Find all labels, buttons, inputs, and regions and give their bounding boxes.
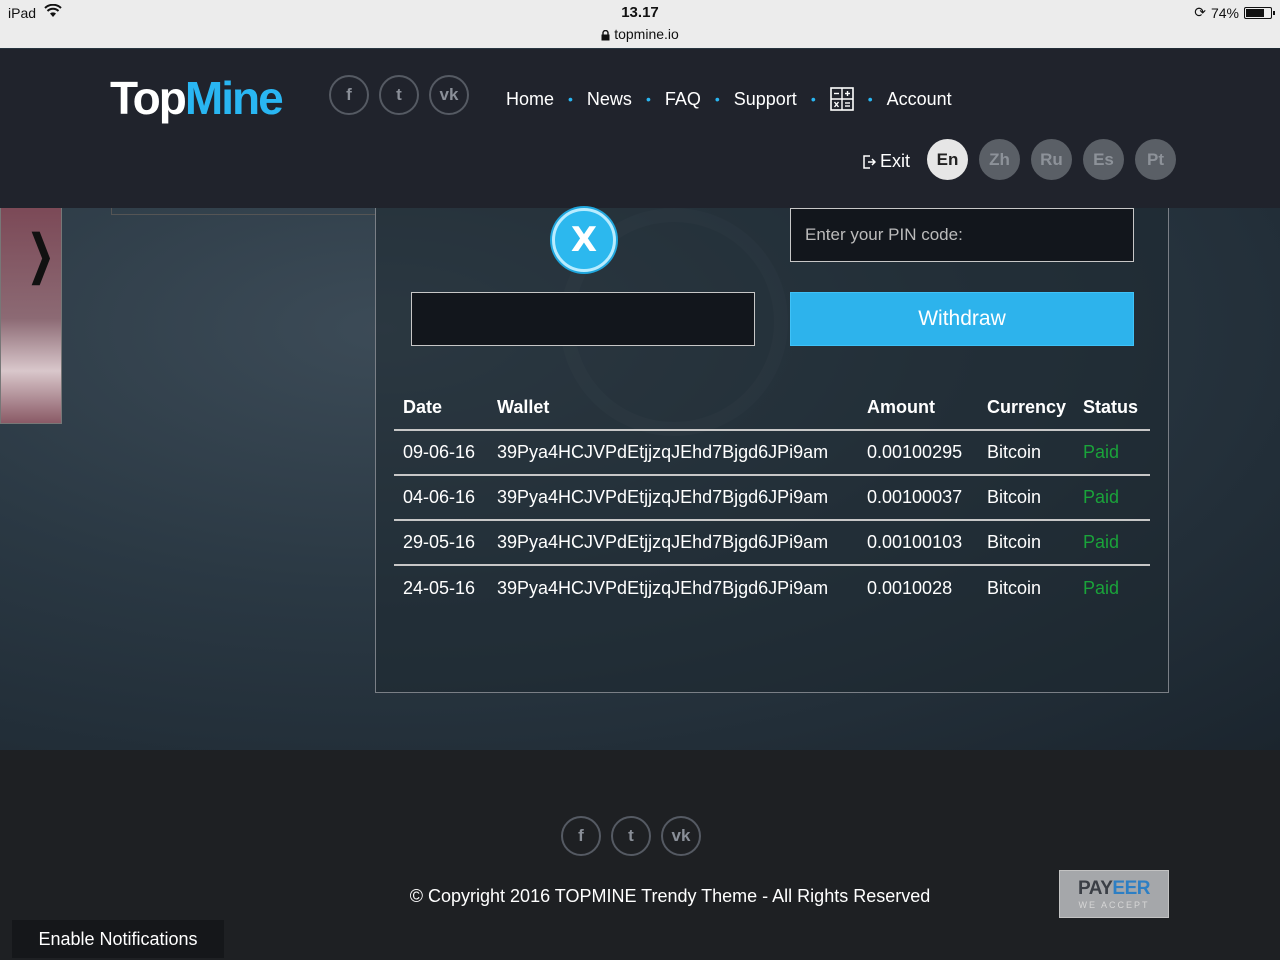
col-amount: Amount xyxy=(858,386,978,431)
coin-symbol: X xyxy=(570,220,598,260)
lang-es[interactable]: Es xyxy=(1083,139,1124,180)
cell-currency: Bitcoin xyxy=(978,520,1074,566)
cell-amount: 0.00100037 xyxy=(858,475,978,521)
cell-amount: 0.0010028 xyxy=(867,577,953,598)
battery-percent: 74% xyxy=(1210,4,1239,21)
payouts-table: Date Wallet Amount Currency Status 09-06… xyxy=(394,386,1150,610)
address-bar[interactable]: topmine.io xyxy=(0,26,1280,42)
header-social-links: f t vk xyxy=(329,75,469,115)
nav-separator: • xyxy=(867,91,873,107)
lang-ru[interactable]: Ru xyxy=(1031,139,1072,180)
twitter-icon[interactable]: t xyxy=(611,816,651,856)
twitter-icon[interactable]: t xyxy=(379,75,419,115)
lang-zh[interactable]: Zh xyxy=(979,139,1020,180)
battery-icon xyxy=(1244,6,1275,19)
table-row: 24-05-16 39Pya4HCJVPdEtjjzqJEhd7Bjgd6JPi… xyxy=(394,565,1150,610)
facebook-icon[interactable]: f xyxy=(561,816,601,856)
logo-part-top: Top xyxy=(110,72,187,124)
enable-notifications-button[interactable]: Enable Notifications xyxy=(12,920,224,958)
cell-date: 24-05-16 xyxy=(403,577,476,598)
cell-status: Paid xyxy=(1083,577,1120,598)
cell-status: Paid xyxy=(1074,430,1150,476)
nav-separator: • xyxy=(810,91,816,107)
table-row: 09-06-16 39Pya4HCJVPdEtjjzqJEhd7Bjgd6JPi… xyxy=(394,430,1150,476)
vk-icon[interactable]: vk xyxy=(429,75,469,115)
exit-label: Exit xyxy=(880,151,911,171)
cell-wallet: 39Pya4HCJVPdEtjjzqJEhd7Bjgd6JPi9am xyxy=(497,577,829,598)
payeer-logo: PAYEER xyxy=(1060,878,1168,900)
col-date: Date xyxy=(394,386,488,431)
coin-logo-icon: X xyxy=(552,208,616,272)
table-row: 29-05-16 39Pya4HCJVPdEtjjzqJEhd7Bjgd6JPi… xyxy=(394,520,1150,566)
cell-wallet: 39Pya4HCJVPdEtjjzqJEhd7Bjgd6JPi9am xyxy=(488,475,858,521)
facebook-icon[interactable]: f xyxy=(329,75,369,115)
battery-level xyxy=(1246,8,1264,17)
nav-separator: • xyxy=(645,91,651,107)
cell-amount: 0.00100295 xyxy=(858,430,978,476)
footer-social-links: f t vk xyxy=(561,816,701,856)
left-panel-edge xyxy=(111,208,375,215)
cell-status: Paid xyxy=(1074,475,1150,521)
rotation-lock-icon: ⟳ xyxy=(1194,4,1206,20)
nav-separator: • xyxy=(568,91,573,107)
language-switcher: En Zh Ru Es Pt xyxy=(927,139,1176,180)
cell-currency: Bitcoin xyxy=(978,430,1074,476)
nav-account[interactable]: Account xyxy=(887,89,952,110)
copyright-text: © Copyright 2016 TOPMINE Trendy Theme - … xyxy=(0,886,1170,907)
amount-field[interactable] xyxy=(411,292,755,346)
cell-wallet: 39Pya4HCJVPdEtjjzqJEhd7Bjgd6JPi9am xyxy=(488,430,858,476)
lang-en[interactable]: En xyxy=(927,139,968,180)
nav-home[interactable]: Home xyxy=(506,89,554,110)
site-header: TopMine f t vk Home • News • FAQ • Suppo… xyxy=(0,49,1280,208)
chevron-right-icon[interactable]: ❯ xyxy=(28,225,54,285)
payeer-eer: EER xyxy=(1112,878,1150,899)
cell-amount: 0.00100103 xyxy=(858,520,978,566)
copyright-label: © Copyright 2016 TOPMINE Trendy Theme - … xyxy=(409,886,931,906)
nav-faq[interactable]: FAQ xyxy=(665,89,701,110)
withdraw-panel: X Withdraw Date Wallet Amount Currency S… xyxy=(375,208,1169,693)
withdraw-button[interactable]: Withdraw xyxy=(790,292,1134,346)
exit-link[interactable]: Exit xyxy=(862,151,910,172)
payeer-pay: PAY xyxy=(1078,878,1113,899)
status-right: ⟳ 74% xyxy=(1194,4,1275,21)
cell-currency: Bitcoin xyxy=(978,475,1074,521)
nav-separator: • xyxy=(714,91,720,107)
nav-news[interactable]: News xyxy=(587,89,632,110)
pin-code-input[interactable] xyxy=(790,208,1134,262)
col-currency: Currency xyxy=(978,386,1074,431)
lock-icon xyxy=(601,29,610,41)
cell-date: 29-05-16 xyxy=(394,520,488,566)
topmine-logo[interactable]: TopMine xyxy=(110,71,284,125)
vk-icon[interactable]: vk xyxy=(661,816,701,856)
lang-pt[interactable]: Pt xyxy=(1135,139,1176,180)
col-wallet: Wallet xyxy=(488,386,858,431)
cell-date: 04-06-16 xyxy=(394,475,488,521)
main-nav: Home • News • FAQ • Support • • Account xyxy=(506,87,952,111)
exit-icon xyxy=(863,154,876,169)
table-header-row: Date Wallet Amount Currency Status xyxy=(394,386,1150,431)
url-text: topmine.io xyxy=(614,26,679,42)
payeer-subtitle: WE ACCEPT xyxy=(1078,900,1150,910)
payeer-badge[interactable]: PAYEER WE ACCEPT xyxy=(1059,870,1169,918)
cell-status: Paid xyxy=(1074,520,1150,566)
col-status: Status xyxy=(1074,386,1150,431)
logo-part-mine: Mine xyxy=(184,72,284,124)
calculator-icon[interactable] xyxy=(829,87,854,111)
cell-currency: Bitcoin xyxy=(987,577,1042,598)
table-row: 04-06-16 39Pya4HCJVPdEtjjzqJEhd7Bjgd6JPi… xyxy=(394,475,1150,521)
cell-date: 09-06-16 xyxy=(394,430,488,476)
cell-wallet: 39Pya4HCJVPdEtjjzqJEhd7Bjgd6JPi9am xyxy=(488,520,858,566)
nav-support[interactable]: Support xyxy=(734,89,797,110)
ios-status-bar: iPad 13.17 topmine.io ⟳ 74% xyxy=(0,0,1280,48)
clock: 13.17 xyxy=(621,4,659,21)
